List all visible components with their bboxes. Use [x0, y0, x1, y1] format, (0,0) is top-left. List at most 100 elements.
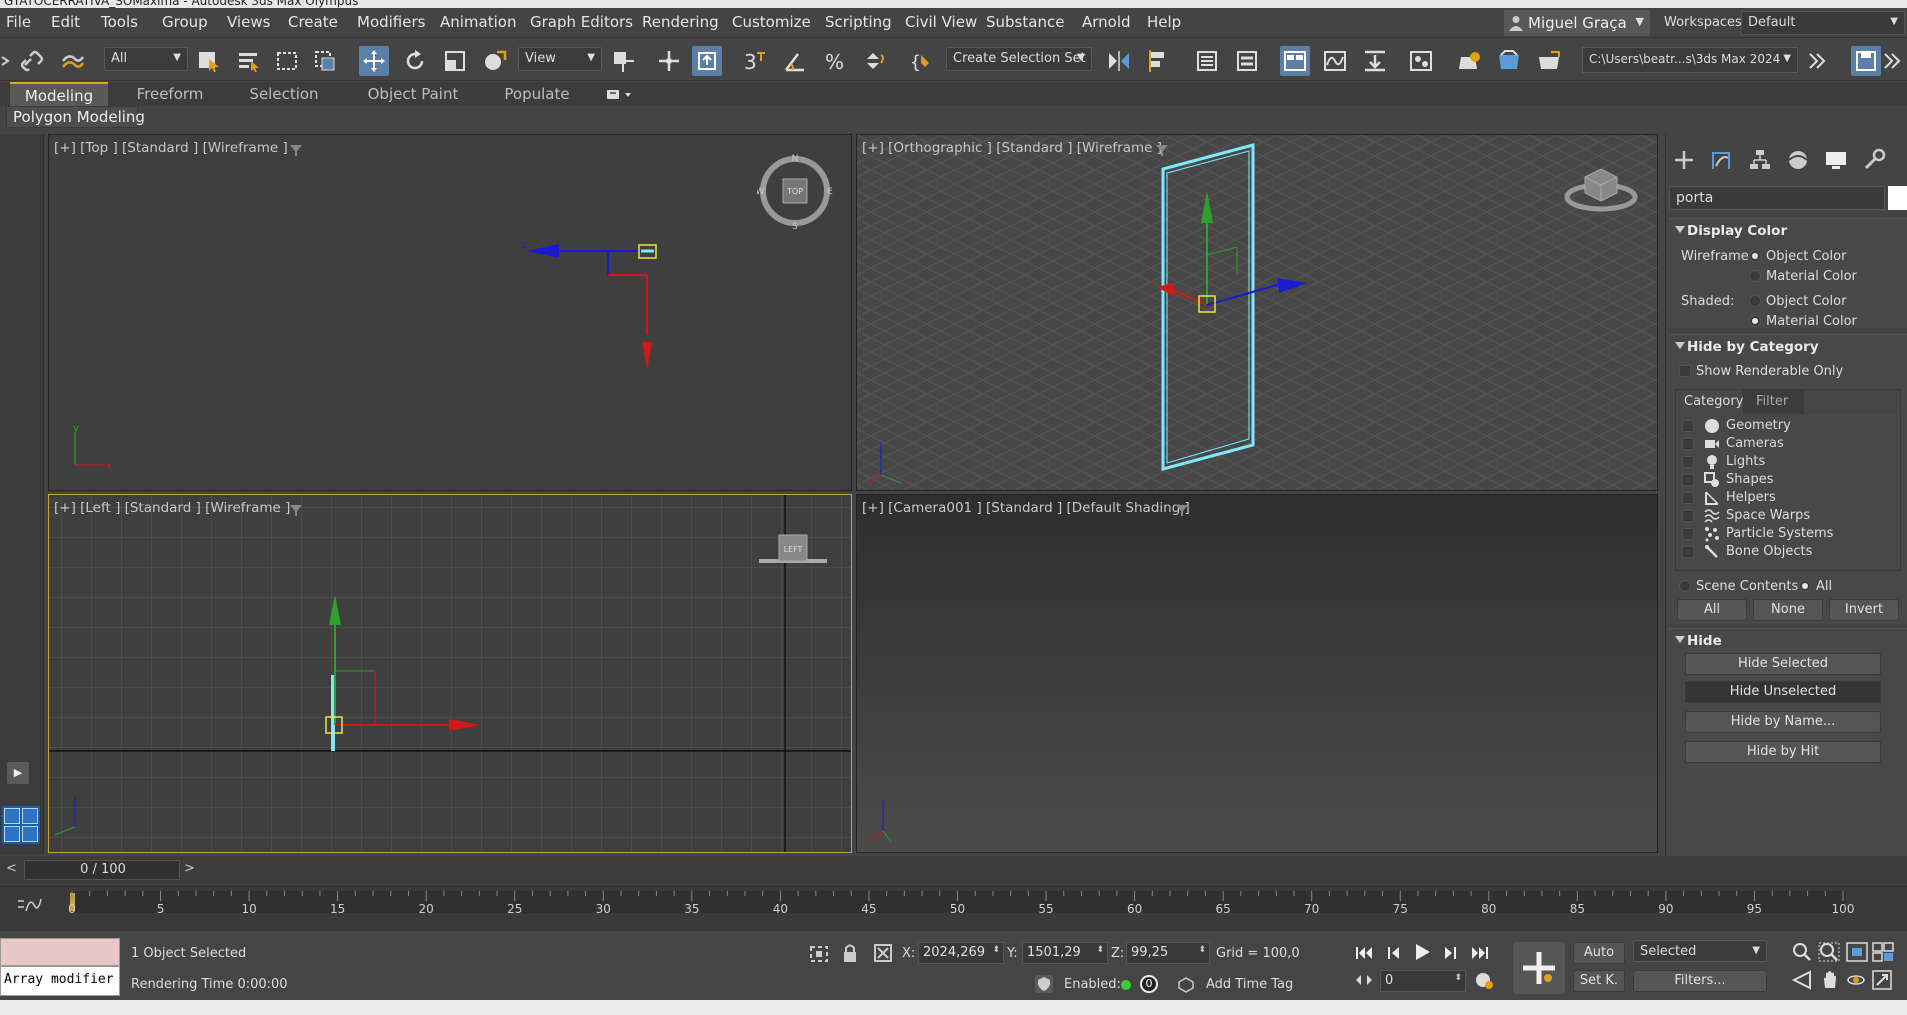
geometry-checkbox[interactable] [1682, 420, 1694, 432]
viewcube-icon[interactable] [1563, 155, 1639, 215]
selection-filter-dropdown[interactable]: All ▼ [104, 47, 188, 71]
collapse-triangle-icon[interactable] [1675, 342, 1685, 349]
current-frame-field[interactable]: 0 ⬍ [1380, 970, 1466, 992]
bone-objects-checkbox[interactable] [1682, 546, 1694, 558]
maximize-viewport-icon[interactable] [1872, 970, 1892, 990]
keyboard-shortcut-toggle-icon[interactable] [692, 46, 722, 76]
move-icon[interactable] [359, 46, 389, 76]
object-name-field[interactable] [1669, 186, 1885, 210]
edit-named-selection-icon[interactable]: { [906, 46, 936, 76]
filter-icon[interactable] [289, 503, 303, 517]
particle-systems-checkbox[interactable] [1682, 528, 1694, 540]
bind-spacewarp-icon[interactable] [58, 46, 88, 76]
hide-by-name-button[interactable]: Hide by Name... [1685, 711, 1881, 733]
menu-arnold[interactable]: Arnold [1082, 13, 1131, 31]
time-slider-handle[interactable]: 0 / 100 [24, 860, 180, 880]
link-icon[interactable] [18, 46, 48, 76]
next-frame-icon[interactable] [1438, 941, 1462, 965]
spinner-snap-icon[interactable] [860, 46, 890, 76]
go-to-start-icon[interactable] [1352, 941, 1376, 965]
rectangular-selection-icon[interactable] [272, 46, 302, 76]
wireframe-object-color-radio[interactable] [1749, 250, 1761, 262]
viewport-layout-icon[interactable] [2, 806, 40, 844]
undo-icon[interactable] [0, 46, 12, 76]
scene-explorer-icon[interactable] [1192, 46, 1222, 76]
auto-key-button[interactable]: Auto [1573, 942, 1625, 964]
show-renderable-only-checkbox[interactable] [1679, 365, 1691, 377]
zoom-extents-icon[interactable] [1846, 942, 1868, 962]
hierarchy-icon[interactable] [1748, 148, 1772, 172]
create-plus-icon[interactable] [1672, 148, 1696, 172]
project-folder-dropdown[interactable]: C:\Users\beatr...s\3ds Max 2024 ▼ [1582, 47, 1798, 73]
time-slider-next-button[interactable]: > [184, 861, 195, 876]
helpers-checkbox[interactable] [1682, 492, 1694, 504]
ribbon-options-icon[interactable] [605, 87, 633, 101]
invert-button[interactable]: Invert [1829, 599, 1899, 621]
tab-modeling[interactable]: Modeling [10, 82, 108, 106]
rollout-title[interactable]: Display Color [1687, 223, 1787, 239]
spinner-icon[interactable]: ⬍ [1454, 973, 1462, 983]
place-icon[interactable] [480, 46, 510, 76]
add-time-tag-button[interactable]: Add Time Tag [1206, 977, 1293, 992]
object-name-input[interactable] [1670, 187, 1884, 209]
utilities-wrench-icon[interactable] [1862, 148, 1886, 172]
go-to-end-icon[interactable] [1468, 941, 1492, 965]
x-coordinate-field[interactable]: 2024,269 ⬍ [918, 942, 1004, 964]
key-mode-toggle-icon[interactable] [1352, 968, 1376, 992]
snaps-toggle-icon[interactable]: 3 [740, 46, 770, 76]
display-icon[interactable] [1824, 148, 1848, 172]
time-slider[interactable]: < 0 / 100 > [0, 856, 1907, 886]
collapse-triangle-icon[interactable] [1675, 636, 1685, 643]
zoom-all-icon[interactable] [1818, 942, 1840, 962]
menu-substance[interactable]: Substance [986, 13, 1064, 31]
menu-edit[interactable]: Edit [51, 13, 80, 31]
modify-icon[interactable] [1710, 148, 1734, 172]
viewport-camera-label[interactable]: [+] [Camera001 ] [Standard ] [Default Sh… [862, 500, 1190, 516]
key-filters-button[interactable]: Filters... [1633, 970, 1767, 992]
cameras-checkbox[interactable] [1682, 438, 1694, 450]
menu-create[interactable]: Create [288, 13, 338, 31]
expand-layout-tabs-button[interactable]: ▶ [7, 762, 29, 784]
rotate-icon[interactable] [400, 46, 430, 76]
menu-modifiers[interactable]: Modifiers [357, 13, 425, 31]
orbit-icon[interactable] [1846, 970, 1866, 990]
chevron-right-icon[interactable] [1802, 46, 1832, 76]
key-filter-dropdown[interactable]: Selected ▼ [1633, 940, 1767, 962]
select-by-name-icon[interactable] [234, 46, 264, 76]
previous-frame-icon[interactable] [1382, 941, 1406, 965]
play-icon[interactable] [1410, 940, 1434, 964]
wireframe-material-color-radio[interactable] [1749, 270, 1761, 282]
tab-freeform[interactable]: Freeform [122, 82, 218, 106]
menu-rendering[interactable]: Rendering [642, 13, 719, 31]
menu-graph-editors[interactable]: Graph Editors [530, 13, 633, 31]
workspace-dropdown[interactable]: Default ▼ [1741, 11, 1905, 35]
viewport-orthographic[interactable]: [+] [Orthographic ] [Standard ] [Wirefra… [856, 134, 1658, 491]
align-icon[interactable] [1144, 46, 1174, 76]
shaded-material-color-radio[interactable] [1749, 315, 1761, 327]
layer-explorer-icon[interactable] [1232, 46, 1262, 76]
angle-snap-icon[interactable] [780, 46, 810, 76]
zoom-extents-all-icon[interactable] [1872, 942, 1894, 962]
select-object-icon[interactable] [194, 46, 224, 76]
curve-editor-icon[interactable] [1320, 46, 1350, 76]
viewport-left-label[interactable]: [+] [Left ] [Standard ] [Wireframe ] [54, 500, 290, 516]
material-editor-icon[interactable] [1406, 46, 1436, 76]
set-key-big-button[interactable] [1513, 942, 1565, 994]
save-icon[interactable] [1851, 46, 1881, 76]
user-account-dropdown[interactable]: Miguel Graça ▼ [1504, 10, 1650, 36]
filter-icon[interactable] [1155, 143, 1169, 157]
rollout-title[interactable]: Hide by Category [1687, 339, 1819, 355]
tab-object-paint[interactable]: Object Paint [358, 82, 468, 106]
menu-help[interactable]: Help [1147, 13, 1181, 31]
space-warps-checkbox[interactable] [1682, 510, 1694, 522]
viewport-ortho-label[interactable]: [+] [Orthographic ] [Standard ] [Wirefra… [862, 140, 1162, 156]
maxscript-listener-output[interactable] [0, 938, 120, 966]
shapes-checkbox[interactable] [1682, 474, 1694, 486]
menu-civil-view[interactable]: Civil View [905, 13, 977, 31]
adaptive-degradation-icon[interactable] [1034, 974, 1054, 994]
maxscript-listener-input[interactable]: Array modifier [0, 966, 120, 996]
viewport-top[interactable]: [+] [Top ] [Standard ] [Wireframe ] z y … [48, 134, 852, 491]
menu-file[interactable]: File [6, 13, 31, 31]
time-slider-prev-button[interactable]: < [6, 861, 17, 876]
zoom-icon[interactable] [1792, 942, 1812, 962]
